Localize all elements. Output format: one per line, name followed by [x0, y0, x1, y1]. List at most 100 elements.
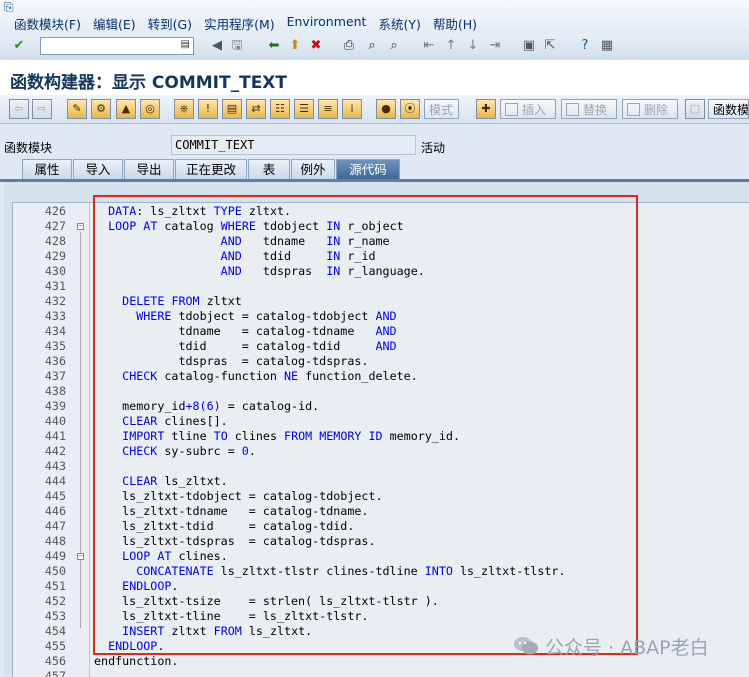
tab-2[interactable]: 导出 — [124, 159, 174, 180]
menu-list: 函数模块(F) 编辑(E) 转到(G) 实用程序(M) Environment 系统(Y)… — [14, 14, 489, 33]
line-number: 446 — [44, 504, 66, 518]
function-module-doc-label: 函数模 — [713, 102, 749, 117]
menu-item[interactable]: 函数模块(F) — [14, 14, 81, 33]
menu-item[interactable]: 实用程序(M) — [204, 14, 275, 33]
watermark-text: 公众号 · ABAP老白 — [545, 636, 709, 659]
line-number: 444 — [44, 474, 66, 488]
delete-button[interactable]: 删除 — [622, 99, 678, 119]
page-title: 函数构建器：显示 COMMIT_TEXT — [10, 73, 288, 93]
tab-1[interactable]: 导入 — [73, 159, 123, 180]
line-number: 439 — [44, 399, 66, 413]
line-number: 442 — [44, 444, 66, 458]
back-arrow-icon[interactable]: ⇦ — [9, 99, 29, 119]
line-number: 427 — [44, 219, 66, 233]
replace-icon — [566, 102, 579, 116]
tab-0[interactable]: 属性 — [22, 159, 72, 180]
display-object-list-icon[interactable]: ▤ — [222, 99, 242, 119]
tab-4[interactable]: 表 — [248, 159, 290, 180]
application-toolbar: ⇦ ⇨ ✎ ⚙ ▲ ◎ ⎈ ! ▤ ⇄ ☷ ☰ ≡ i ● ⦿ 模式 ✚ 插入 … — [0, 95, 749, 124]
line-number: 431 — [44, 279, 66, 293]
first-page-icon[interactable]: ⇤ — [420, 37, 438, 55]
previous-page-icon[interactable]: ↑ — [442, 37, 460, 55]
next-page-icon[interactable]: ↓ — [464, 37, 482, 55]
print-icon[interactable]: ⎙ — [340, 37, 358, 55]
mode-label: 模式 — [429, 102, 454, 117]
hierarchy-icon[interactable]: ☷ — [270, 99, 290, 119]
collapse-left-icon[interactable]: ◀ — [208, 37, 226, 55]
replace-button[interactable]: 替换 — [561, 99, 617, 119]
watermark: 公众号 · ABAP老白 — [513, 633, 709, 659]
tab-6[interactable]: 源代码 — [336, 159, 400, 180]
line-number: 443 — [44, 459, 66, 473]
breakpoint-icon[interactable]: ● — [376, 99, 396, 119]
find-icon[interactable]: ⌕ — [363, 37, 381, 55]
other-object-icon[interactable]: ⚙ — [91, 99, 111, 119]
title-bar: 函数构建器：显示 COMMIT_TEXT — [0, 60, 749, 96]
test-icon[interactable]: ⎈ — [174, 99, 194, 119]
insert-label: 插入 — [522, 102, 547, 117]
line-number: 426 — [44, 204, 66, 218]
line-number: 441 — [44, 429, 66, 443]
insert-icon — [505, 102, 518, 116]
command-field[interactable]: ▤ — [40, 37, 194, 55]
mode-button[interactable]: 模式 — [424, 99, 459, 119]
system-menu-icon[interactable]: ⎘ — [4, 1, 18, 13]
line-number: 438 — [44, 384, 66, 398]
exit-icon[interactable]: ⬆ — [286, 37, 304, 55]
menu-item[interactable]: Environment — [287, 14, 367, 33]
pretty-printer-icon[interactable]: ≡ — [318, 99, 338, 119]
line-number: 428 — [44, 234, 66, 248]
save-icon[interactable]: 🖫 — [228, 37, 246, 55]
navigation-icon[interactable]: ⇄ — [246, 99, 266, 119]
activate-icon[interactable]: ◎ — [140, 99, 160, 119]
back-icon[interactable]: ⬅ — [265, 37, 283, 55]
line-number: 445 — [44, 489, 66, 503]
line-number: 430 — [44, 264, 66, 278]
line-number: 449 — [44, 549, 66, 563]
new-session-icon[interactable]: ▣ — [520, 37, 538, 55]
info-icon[interactable]: i — [342, 99, 362, 119]
fold-toggle-icon[interactable]: − — [77, 553, 84, 560]
delete-icon — [627, 102, 640, 116]
activation-status: 活动 — [421, 141, 446, 155]
layout-menu-icon[interactable]: ▦ — [598, 37, 616, 55]
menu-item[interactable]: 转到(G) — [148, 14, 192, 33]
line-number: 433 — [44, 309, 66, 323]
tab-3[interactable]: 正在更改 — [175, 159, 247, 180]
function-module-label: 函数模块 — [4, 141, 53, 155]
display-change-icon[interactable]: ✎ — [67, 99, 87, 119]
shortcut-icon[interactable]: ⇱ — [541, 37, 559, 55]
line-number: 435 — [44, 339, 66, 353]
function-module-field: COMMIT_TEXT — [171, 135, 416, 155]
standard-toolbar: ✔ ▤ ◀ 🖫 ⬅ ⬆ ✖ ⎙ ⌕ ⌕ ⇤ ↑ ↓ ⇥ ▣ ⇱ ? ▦ — [0, 34, 749, 61]
find-next-icon[interactable]: ⌕ — [385, 37, 403, 55]
line-number: 432 — [44, 294, 66, 308]
code-text: endfunction. — [94, 654, 179, 668]
line-number: 455 — [44, 639, 66, 653]
check-icon[interactable]: ▲ — [116, 99, 136, 119]
menu-item[interactable]: 系统(Y) — [378, 14, 420, 33]
where-used-icon[interactable]: ! — [198, 99, 218, 119]
line-number: 448 — [44, 534, 66, 548]
insert-button[interactable]: 插入 — [500, 99, 556, 119]
line-number: 454 — [44, 624, 66, 638]
command-history-icon[interactable]: ▤ — [181, 39, 190, 50]
help-icon[interactable]: ? — [576, 37, 594, 55]
last-page-icon[interactable]: ⇥ — [486, 37, 504, 55]
block-icon[interactable]: ✚ — [476, 99, 496, 119]
fold-toggle-icon[interactable]: − — [77, 223, 84, 230]
menu-item[interactable]: 帮助(H) — [433, 14, 477, 33]
line-number: 440 — [44, 414, 66, 428]
session-breakpoint-icon[interactable]: ⦿ — [400, 99, 420, 119]
tab-5[interactable]: 例外 — [291, 159, 335, 180]
function-module-doc-button[interactable]: 函数模 — [708, 99, 749, 119]
line-number: 450 — [44, 564, 66, 578]
doc-icon[interactable]: ▢ — [685, 99, 705, 119]
pattern-icon[interactable]: ☰ — [294, 99, 314, 119]
enter-icon[interactable]: ✔ — [10, 37, 28, 55]
forward-arrow-icon[interactable]: ⇨ — [32, 99, 52, 119]
highlight-box — [93, 195, 638, 655]
menu-item[interactable]: 编辑(E) — [93, 14, 136, 33]
cancel-icon[interactable]: ✖ — [307, 37, 325, 55]
line-number: 429 — [44, 249, 66, 263]
